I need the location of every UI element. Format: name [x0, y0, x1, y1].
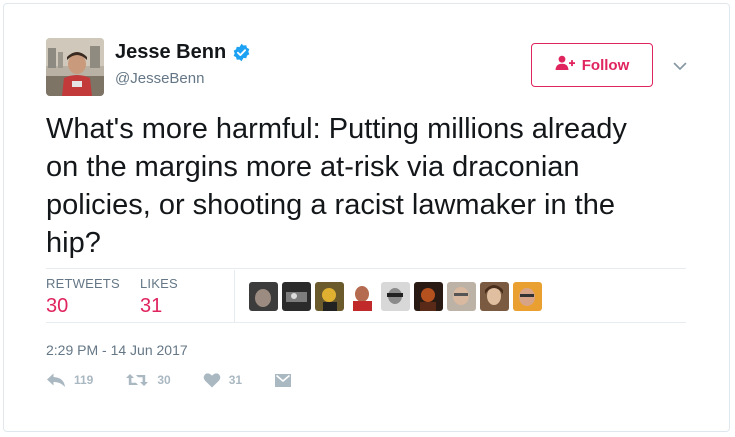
- liker-avatar[interactable]: [348, 282, 377, 311]
- retweet-button[interactable]: 30: [125, 372, 171, 388]
- liker-avatar[interactable]: [414, 282, 443, 311]
- reply-button[interactable]: 119: [46, 372, 93, 388]
- retweets-count: 30: [46, 295, 69, 317]
- tweet-timestamp[interactable]: 2:29 PM - 14 Jun 2017: [46, 342, 188, 358]
- tweet-text-line: What's more harmful: Putting millions al…: [46, 113, 627, 145]
- avatar[interactable]: [46, 38, 104, 96]
- divider: [46, 268, 686, 269]
- tweet-text-line: policies, or shooting a racist lawmaker …: [46, 189, 615, 221]
- liker-avatar[interactable]: [249, 282, 278, 311]
- tweet-actions: 119 30 31: [46, 372, 324, 388]
- reply-count: 119: [74, 373, 94, 387]
- liker-avatar[interactable]: [315, 282, 344, 311]
- liker-avatar[interactable]: [513, 282, 542, 311]
- heart-icon: [203, 372, 221, 388]
- user-handle[interactable]: @JesseBenn: [115, 70, 204, 87]
- divider: [234, 270, 235, 322]
- verified-badge-icon: [232, 43, 251, 62]
- add-person-icon: [555, 55, 575, 75]
- reply-icon: [46, 372, 66, 388]
- like-button[interactable]: 31: [203, 372, 242, 388]
- likes-label: LIKES: [140, 276, 178, 291]
- like-count: 31: [228, 373, 243, 387]
- user-name[interactable]: Jesse Benn: [115, 41, 226, 64]
- retweets-stat[interactable]: RETWEETS 30: [46, 276, 120, 318]
- tweet-text-line: hip?: [46, 227, 101, 259]
- follow-button-label: Follow: [581, 56, 630, 74]
- tweet-text: What's more harmful: Putting millions al…: [46, 110, 696, 262]
- tweet-text-line: on the margins more at-risk via draconia…: [46, 151, 580, 183]
- retweets-label: RETWEETS: [46, 276, 120, 291]
- liker-avatar[interactable]: [381, 282, 410, 311]
- retweet-count: 30: [157, 373, 171, 387]
- chevron-down-icon[interactable]: [672, 58, 688, 74]
- likes-stat[interactable]: LIKES 31: [140, 276, 178, 318]
- direct-message-button[interactable]: [274, 373, 292, 388]
- follow-button[interactable]: Follow: [531, 43, 653, 87]
- user-name-row[interactable]: Jesse Benn: [115, 41, 251, 64]
- likes-count: 31: [140, 295, 163, 317]
- liker-avatars: [249, 282, 542, 311]
- retweet-icon: [125, 372, 149, 388]
- liker-avatar[interactable]: [480, 282, 509, 311]
- envelope-icon: [274, 373, 292, 388]
- liker-avatar[interactable]: [282, 282, 311, 311]
- divider: [46, 322, 686, 323]
- liker-avatar[interactable]: [447, 282, 476, 311]
